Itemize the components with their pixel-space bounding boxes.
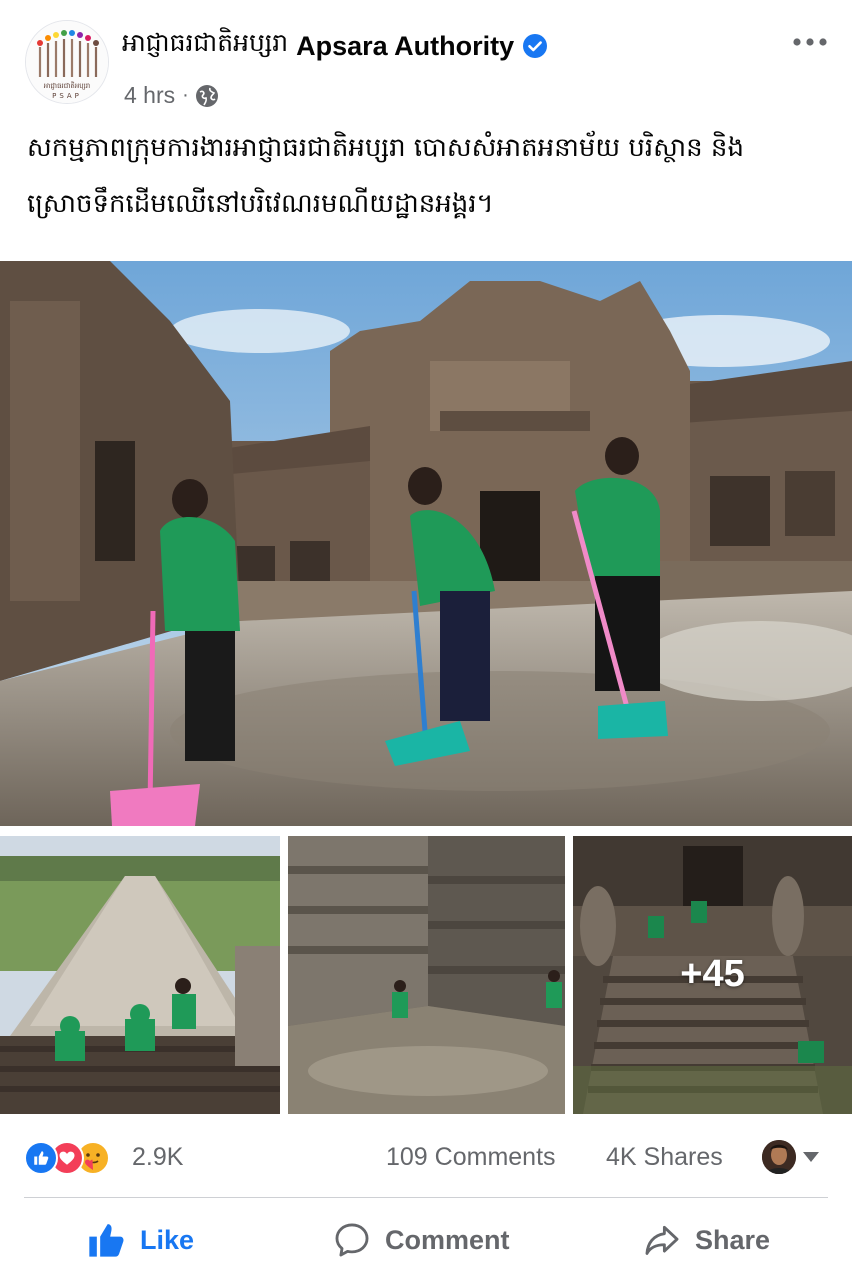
like-button[interactable]: Like (86, 1208, 194, 1272)
share-button[interactable]: Share (643, 1208, 770, 1272)
action-bar: Like Comment Share (0, 1208, 852, 1272)
page-avatar[interactable]: អាជ្ញាធរជាតិអប្សរា PSAP (25, 20, 109, 104)
shares-count[interactable]: 4K Shares (606, 1143, 723, 1172)
more-options-icon[interactable] (790, 28, 830, 56)
share-arrow-icon (645, 1225, 679, 1255)
thumbs-up-icon (89, 1224, 124, 1257)
divider (24, 1197, 828, 1198)
photo-thumbnail[interactable] (288, 836, 565, 1114)
photo-thumbnail[interactable] (0, 836, 280, 1114)
temple-cleaning-photo (0, 261, 852, 826)
apsara-logo-icon: អាជ្ញាធរជាតិអប្សរា PSAP (26, 21, 108, 103)
post-timestamp[interactable]: 4 hrs (124, 82, 175, 109)
post-header: អាជ្ញាធរជាតិអប្សរា PSAP អាជ្ញាធរជាតិអប្ស… (0, 0, 852, 115)
share-label: Share (695, 1224, 771, 1255)
more-photos-count[interactable]: +45 (573, 836, 852, 1114)
post-text-line: ស្រោចទឹកដើមឈើនៅបរិវេណរមណីយដ្ឋានអង្គរ។ (27, 189, 494, 219)
viewer-avatar[interactable] (762, 1140, 796, 1174)
comment-label: Comment (385, 1224, 510, 1255)
comment-button[interactable]: Comment (333, 1208, 510, 1272)
page-name-english[interactable]: Apsara Authority (296, 31, 514, 62)
comments-count[interactable]: 109 Comments (386, 1143, 556, 1172)
chevron-down-icon[interactable] (802, 1151, 820, 1163)
main-photo[interactable] (0, 261, 852, 826)
like-reaction-icon (24, 1141, 58, 1175)
reaction-count[interactable]: 2.9K (132, 1143, 183, 1172)
user-avatar-icon (762, 1140, 796, 1174)
reactions-bar: 2.9K 109 Comments 4K Shares (0, 1130, 852, 1186)
post-text: សកម្មភាពក្រុមការងារអាជ្ញាធរជាតិអប្សរា បោ… (27, 120, 827, 232)
stone-basin-photo (288, 836, 565, 1114)
verified-badge-icon (523, 34, 548, 58)
like-label: Like (140, 1224, 195, 1255)
reaction-icons[interactable] (24, 1140, 110, 1176)
meta-separator: · (182, 84, 189, 106)
page-name[interactable]: អាជ្ញាធរជាតិអប្សរា Apsara Authority (122, 28, 548, 64)
facebook-post: អាជ្ញាធរជាតិអប្សរា PSAP អាជ្ញាធរជាតិអប្ស… (0, 0, 852, 1280)
avatar-subcaption: PSAP (52, 92, 82, 100)
avatar-caption: អាជ្ញាធរជាតិអប្សរា (44, 81, 91, 90)
page-name-khmer[interactable]: អាជ្ញាធរជាតិអប្សរា (122, 28, 288, 64)
post-meta: 4 hrs · (124, 82, 219, 109)
post-text-line: សកម្មភាពក្រុមការងារអាជ្ញាធរជាតិអប្សរា បោ… (27, 133, 744, 163)
causeway-photo (0, 836, 280, 1114)
comment-bubble-icon (335, 1223, 369, 1257)
globe-icon (195, 84, 218, 107)
photo-thumbnail[interactable]: +45 (573, 836, 852, 1114)
